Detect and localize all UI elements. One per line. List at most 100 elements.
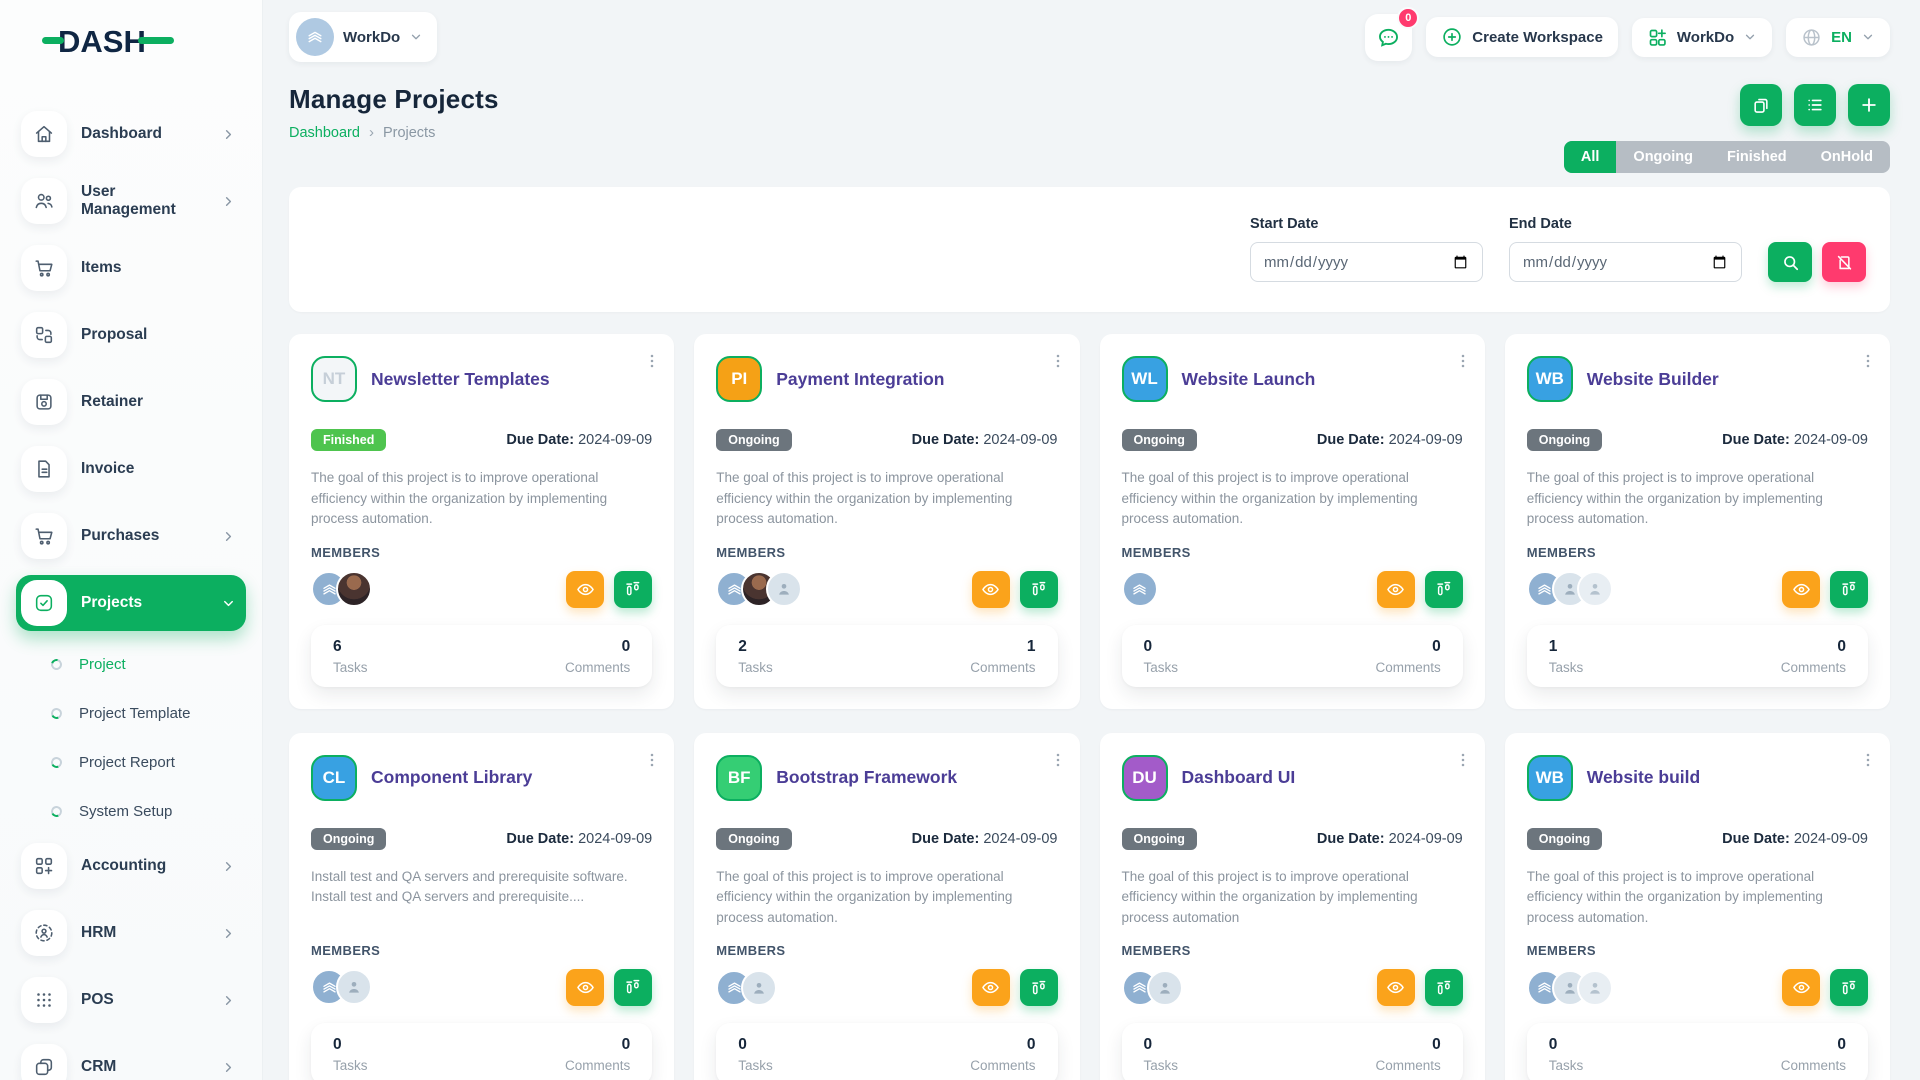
sidebar-item-proposal[interactable]: Proposal [16, 307, 246, 363]
tasks-label: Tasks [1549, 1058, 1584, 1073]
workspace-switcher-button[interactable]: WorkDo [1632, 18, 1772, 57]
project-title-link[interactable]: Payment Integration [776, 369, 944, 390]
breadcrumb-dashboard-link[interactable]: Dashboard [289, 125, 360, 141]
kebab-menu-icon[interactable] [1860, 751, 1876, 769]
tab-finished[interactable]: Finished [1710, 141, 1804, 173]
project-stats: 0 Tasks 0 Comments [716, 1023, 1057, 1080]
sidebar-menu: Dashboard User Management Items Proposal Ret… [0, 64, 262, 1080]
member-avatars [1122, 571, 1158, 607]
view-project-button[interactable] [566, 571, 604, 608]
plus-icon [1859, 95, 1879, 115]
kebab-menu-icon[interactable] [1455, 751, 1471, 769]
view-project-button[interactable] [1782, 969, 1820, 1006]
sidebar-subitem-project-report[interactable]: Project Report [16, 740, 246, 784]
kebab-menu-icon[interactable] [644, 352, 660, 370]
language-selector[interactable]: EN [1786, 18, 1890, 57]
project-title-link[interactable]: Dashboard UI [1182, 767, 1296, 788]
view-project-button[interactable] [972, 571, 1010, 608]
create-workspace-button[interactable]: Create Workspace [1426, 17, 1618, 57]
sidebar-item-accounting[interactable]: Accounting [16, 838, 246, 894]
project-title-link[interactable]: Website Launch [1182, 369, 1316, 390]
sidebar-item-projects[interactable]: Projects [16, 575, 246, 631]
brand-logo-text: DASH [58, 24, 146, 60]
gantt-chart-button[interactable] [614, 571, 652, 608]
tasks-count: 0 [1144, 638, 1179, 656]
sidebar-item-items[interactable]: Items [16, 240, 246, 296]
tasks-label: Tasks [738, 1058, 773, 1073]
sidebar-item-dashboard[interactable]: Dashboard [16, 106, 246, 162]
sidebar-item-invoice[interactable]: Invoice [16, 441, 246, 497]
kebab-menu-icon[interactable] [1050, 352, 1066, 370]
member-avatar-placeholder [741, 970, 777, 1006]
gantt-icon [1435, 979, 1453, 997]
status-badge: Ongoing [1527, 828, 1602, 850]
gantt-chart-button[interactable] [614, 969, 652, 1006]
sidebar-subitem-label: Project [79, 656, 126, 673]
gantt-chart-button[interactable] [1020, 969, 1058, 1006]
add-project-button[interactable] [1848, 84, 1890, 126]
sidebar-subitem-project-template[interactable]: Project Template [16, 691, 246, 735]
gantt-chart-button[interactable] [1425, 571, 1463, 608]
gantt-chart-button[interactable] [1830, 969, 1868, 1006]
project-card: WB Website build Ongoing Due Date: 2024-… [1505, 733, 1890, 1080]
tasks-label: Tasks [333, 1058, 368, 1073]
sidebar-item-label: Purchases [81, 527, 159, 545]
view-project-button[interactable] [1377, 969, 1415, 1006]
project-title-link[interactable]: Component Library [371, 767, 532, 788]
tab-onhold[interactable]: OnHold [1804, 141, 1890, 173]
brand-logo[interactable]: DASH [0, 0, 262, 64]
list-view-button[interactable] [1794, 84, 1836, 126]
tab-ongoing[interactable]: Ongoing [1616, 141, 1710, 173]
workspace-selector[interactable]: WorkDo [289, 12, 437, 62]
project-title-link[interactable]: Website build [1587, 767, 1700, 788]
sidebar-item-pos[interactable]: POS [16, 972, 246, 1028]
start-date-input[interactable] [1250, 242, 1483, 282]
copy-project-button[interactable] [1740, 84, 1782, 126]
project-avatar: WB [1527, 356, 1573, 402]
project-avatar: BF [716, 755, 762, 801]
search-button[interactable] [1768, 242, 1812, 282]
chevron-right-icon [221, 194, 236, 209]
gantt-chart-button[interactable] [1020, 571, 1058, 608]
due-date: Due Date: 2024-09-09 [506, 432, 652, 448]
project-card: PI Payment Integration Ongoing Due Date:… [694, 334, 1079, 709]
chevron-down-icon [1743, 30, 1757, 44]
kebab-menu-icon[interactable] [644, 751, 660, 769]
sidebar-item-retainer[interactable]: Retainer [16, 374, 246, 430]
home-icon [21, 111, 67, 157]
tasks-count: 2 [738, 638, 773, 656]
sidebar-item-user-management[interactable]: User Management [16, 173, 246, 229]
reset-filter-button[interactable] [1822, 242, 1866, 282]
create-workspace-label: Create Workspace [1472, 29, 1603, 46]
view-project-button[interactable] [566, 969, 604, 1006]
tab-all[interactable]: All [1564, 141, 1617, 173]
sidebar-subitem-system-setup[interactable]: System Setup [16, 789, 246, 833]
pos-icon [21, 977, 67, 1023]
view-project-button[interactable] [1782, 571, 1820, 608]
kebab-menu-icon[interactable] [1860, 352, 1876, 370]
gantt-chart-button[interactable] [1830, 571, 1868, 608]
end-date-input[interactable] [1509, 242, 1742, 282]
project-title-link[interactable]: Bootstrap Framework [776, 767, 957, 788]
sidebar-subitem-project[interactable]: Project [16, 642, 246, 686]
view-project-button[interactable] [1377, 571, 1415, 608]
sidebar-item-hrm[interactable]: HRM [16, 905, 246, 961]
kebab-menu-icon[interactable] [1050, 751, 1066, 769]
tasks-count: 0 [333, 1036, 368, 1054]
messages-button[interactable]: 0 [1365, 14, 1412, 61]
member-avatars [716, 571, 802, 607]
kebab-menu-icon[interactable] [1455, 352, 1471, 370]
members-label: MEMBERS [311, 545, 652, 560]
sidebar-item-purchases[interactable]: Purchases [16, 508, 246, 564]
gantt-chart-button[interactable] [1425, 969, 1463, 1006]
sidebar-item-crm[interactable]: CRM [16, 1039, 246, 1080]
comments-count: 0 [970, 1036, 1035, 1054]
project-title-link[interactable]: Newsletter Templates [371, 369, 550, 390]
project-card: DU Dashboard UI Ongoing Due Date: 2024-0… [1100, 733, 1485, 1080]
eye-icon [1386, 978, 1405, 997]
members-label: MEMBERS [1122, 943, 1463, 958]
sidebar-item-label: Accounting [81, 857, 166, 875]
project-title-link[interactable]: Website Builder [1587, 369, 1719, 390]
due-date-value: 2024-09-09 [578, 432, 652, 448]
view-project-button[interactable] [972, 969, 1010, 1006]
